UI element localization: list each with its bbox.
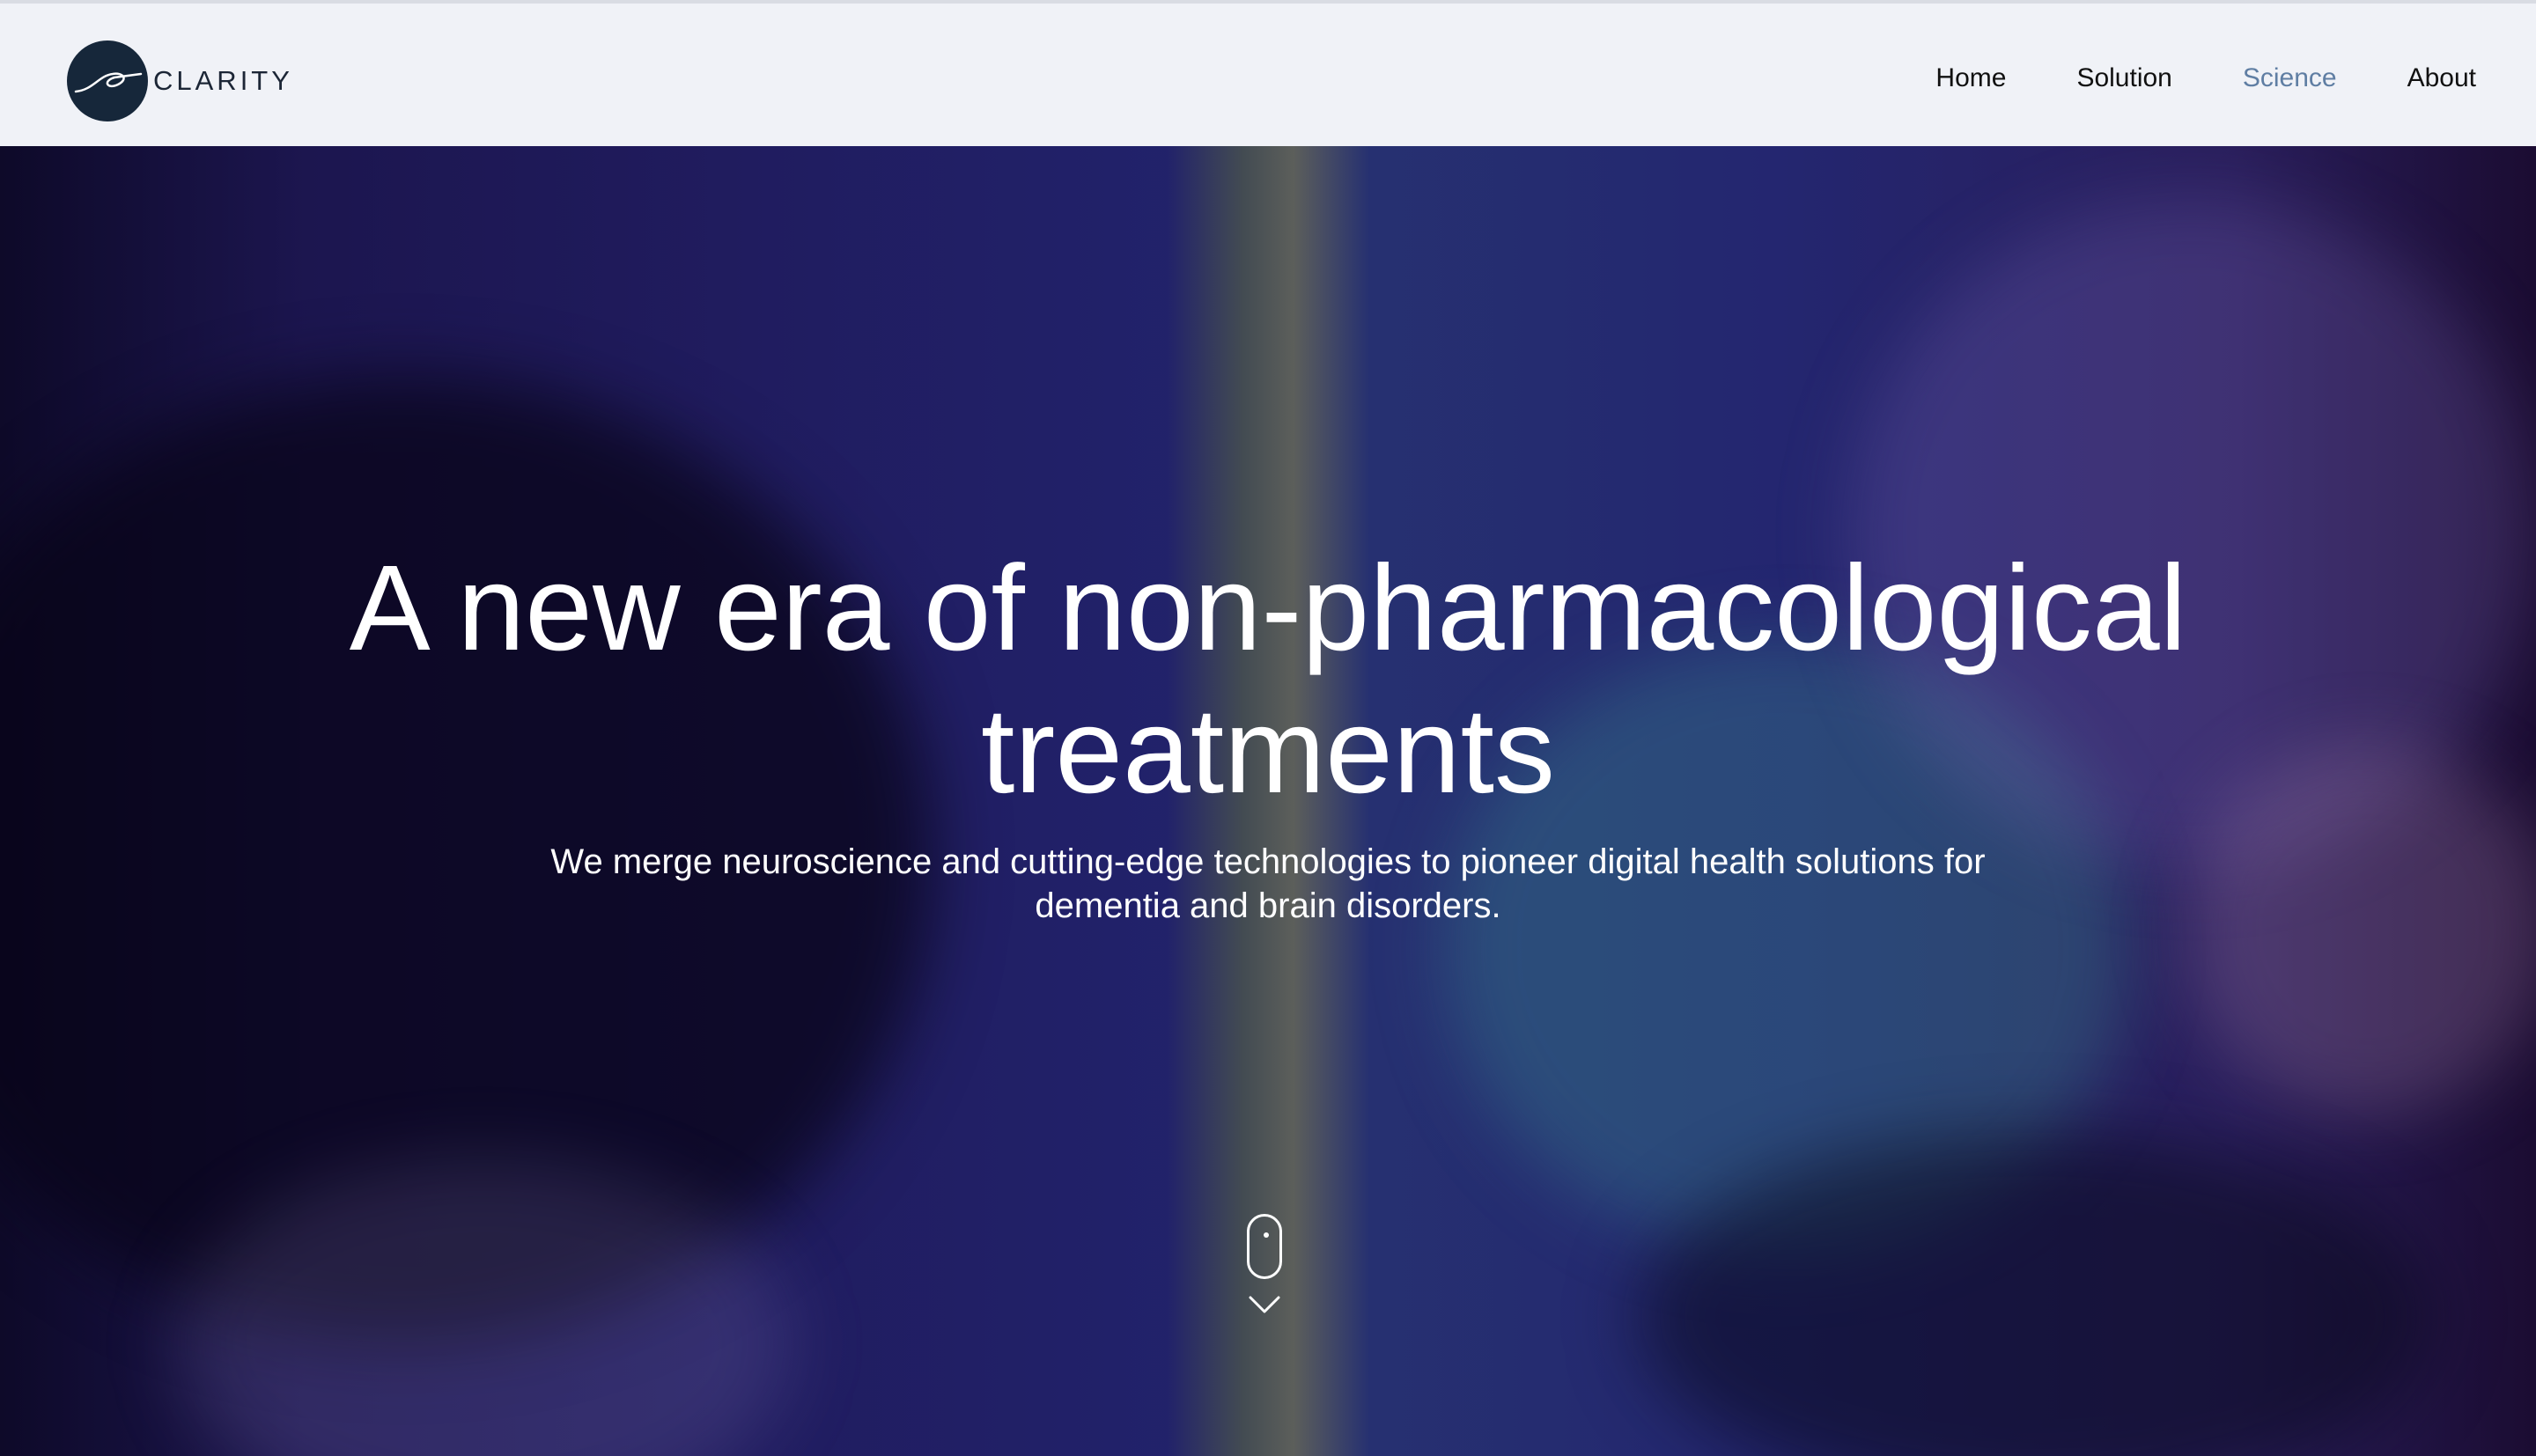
nav-science[interactable]: Science: [2243, 63, 2337, 93]
scroll-down-button[interactable]: [1245, 1214, 1284, 1337]
chevron-down-icon: [1249, 1296, 1280, 1313]
brand-name: CLARITY: [153, 65, 293, 96]
mouse-wheel-dot: [1264, 1232, 1269, 1238]
logo-link[interactable]: CLARITY: [67, 40, 293, 121]
hero-title: A new era of non-pharmacological treatme…: [349, 540, 2187, 819]
clarity-swirl-icon: [67, 40, 148, 121]
hero-section: A new era of non-pharmacological treatme…: [0, 146, 2536, 1456]
mouse-scroll-icon: [1247, 1214, 1282, 1279]
hero-subtitle: We merge neuroscience and cutting-edge t…: [550, 842, 1986, 925]
nav-solution[interactable]: Solution: [2076, 63, 2171, 93]
main-nav: Home Solution Science About: [1865, 63, 2476, 93]
site-header: CLARITY Home Solution Science About: [0, 0, 2536, 146]
nav-home[interactable]: Home: [1935, 63, 2006, 93]
nav-about[interactable]: About: [2407, 63, 2476, 93]
